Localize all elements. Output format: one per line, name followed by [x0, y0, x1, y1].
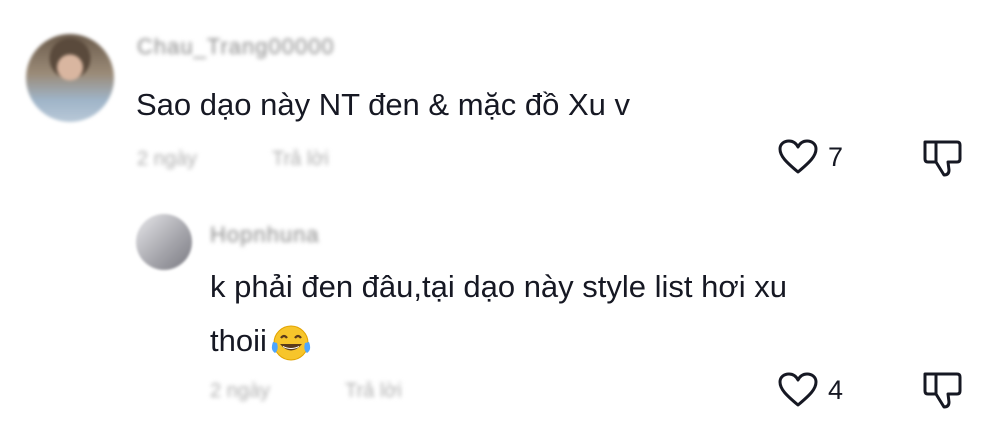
dislike-button[interactable] — [921, 369, 963, 411]
comment-text-line1: k phải đen đâu,tại dạo này style list hơ… — [210, 269, 787, 304]
tears-of-joy-emoji — [271, 325, 310, 361]
like-button[interactable]: 7 — [778, 139, 843, 175]
thumbs-down-icon — [923, 140, 962, 177]
reply-button[interactable]: Trả lời — [272, 148, 329, 171]
comment-time: 2 ngày — [210, 380, 271, 402]
dislike-button[interactable] — [921, 137, 963, 179]
comment-text-line2-label: thoii — [210, 323, 267, 358]
username[interactable]: Hopnhuna — [210, 222, 320, 248]
username[interactable]: Chau_Trang00000 — [137, 34, 335, 60]
heart-outline-icon — [778, 372, 818, 407]
like-count: 4 — [828, 374, 844, 405]
thumbs-down-icon — [923, 372, 962, 409]
comment-text-line2: thoii — [210, 314, 313, 368]
heart-outline-icon — [778, 139, 818, 174]
comment-time: 2 ngày — [137, 148, 198, 170]
avatar[interactable] — [136, 214, 192, 270]
reply-button[interactable]: Trả lời — [345, 380, 402, 403]
like-button[interactable]: 4 — [778, 372, 843, 408]
comment-text: Sao dạo này NT đen & mặc đồ Xu v — [136, 87, 631, 122]
avatar[interactable] — [26, 34, 114, 122]
like-count: 7 — [828, 141, 844, 172]
